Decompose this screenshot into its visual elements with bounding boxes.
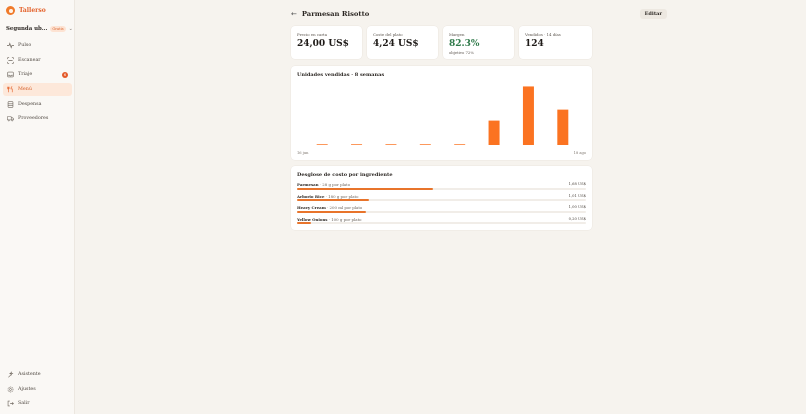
ingredient-row[interactable]: Parmesan · 28 g por plato 1,68 US$ [297, 182, 586, 192]
nav-label: Escanear [18, 57, 41, 63]
main-nav: Pulso Escanear Triaje 6 Menú Despensa Pr… [3, 39, 72, 127]
kpi-value: 24,00 US$ [297, 39, 349, 49]
secondary-nav: Asistente Ajustes Salir [3, 368, 72, 412]
gear-icon [7, 386, 14, 393]
ingredient-cost: 1,00 US$ [568, 205, 586, 209]
ingredient-name: Arborio Rice [297, 193, 325, 199]
kpi-value: 4,24 US$ [373, 39, 419, 49]
kpi-label: Vendidos · 14 días [525, 32, 561, 37]
ingredient-amount: · 200 ml por plato [327, 205, 363, 210]
brand-name: Tallerso [19, 7, 46, 14]
cost-share-bar [297, 222, 312, 225]
ingredient-name: Heavy Cream [297, 205, 326, 210]
nav-item-ajustes[interactable]: Ajustes [3, 383, 72, 396]
nav-item-salir[interactable]: Salir [3, 397, 72, 410]
kpi-label: Precio en carta [297, 32, 328, 37]
kpi-card-margin: Margen 82.3% objetivo 72% [443, 26, 514, 59]
nav-item-despensa[interactable]: Despensa [3, 98, 72, 111]
ingredient-breakdown-card: Desglose de costo por ingrediente Parmes… [291, 166, 592, 230]
cost-share-track [297, 222, 586, 225]
kpi-target: objetivo 72% [449, 50, 474, 55]
sales-bar-chart: 16 jun 18 ago [297, 86, 586, 155]
nav-item-triaje[interactable]: Triaje 6 [3, 68, 72, 81]
ingredient-amount: · 100 g por plato [328, 216, 362, 222]
ingredient-row[interactable]: Yellow Onions · 100 g por plato 0,20 US$ [297, 217, 586, 227]
ingredient-name: Yellow Onions [297, 216, 328, 222]
main-content: ← Parmesan Risotto Editar Precio en cart… [75, 0, 806, 414]
sales-chart-card: Unidades vendidas · 8 semanas 16 jun 18 … [291, 66, 592, 160]
ingredient-cost: 0,20 US$ [568, 216, 586, 221]
nav-item-asistente[interactable]: Asistente [3, 368, 72, 381]
menu-plate-icon [7, 86, 14, 93]
pantry-icon [7, 101, 14, 108]
chart-bar [522, 86, 534, 145]
ingredient-cost: 1,01 US$ [568, 193, 586, 198]
kpi-value: 82.3% [449, 39, 480, 49]
kpi-value: 124 [525, 39, 544, 49]
sidebar: Tallerso Segunda ub... Gratis ⌄ Pulso Es… [0, 0, 75, 414]
cost-share-track [297, 210, 586, 213]
ingredient-cost: 1,68 US$ [568, 182, 586, 186]
ingredient-name: Parmesan [297, 182, 319, 187]
scan-icon [7, 57, 14, 64]
nav-label: Pulso [18, 43, 32, 48]
truck-icon [7, 115, 14, 122]
chart-bar [351, 144, 363, 145]
workspace-switcher[interactable]: Segunda ub... Gratis ⌄ [6, 26, 73, 32]
chart-bar [488, 120, 500, 145]
nav-item-proveedores[interactable]: Proveedores [3, 112, 72, 125]
page-header: ← Parmesan Risotto Editar [291, 8, 667, 20]
nav-label: Salir [18, 401, 30, 407]
nav-label: Ajustes [18, 386, 36, 392]
nav-label: Menú [18, 87, 32, 93]
ingredient-amount: · 28 g por plato [319, 182, 351, 187]
logout-icon [7, 400, 14, 407]
activity-icon [7, 42, 14, 49]
nav-label: Proveedores [18, 116, 49, 122]
chart-bar [454, 144, 466, 145]
cost-share-bar [297, 199, 370, 202]
ingredient-amount: · 180 g por plato [325, 193, 359, 199]
chart-bar [557, 109, 569, 145]
page-title: Parmesan Risotto [301, 10, 370, 18]
nav-item-pulso[interactable]: Pulso [3, 39, 72, 52]
triage-count-badge: 6 [62, 71, 68, 78]
nav-item-escanear[interactable]: Escanear [3, 54, 72, 67]
kpi-card-cost: Coste del plato 4,24 US$ [367, 26, 438, 59]
x-axis-start-label: 16 jun [297, 151, 309, 155]
chart-bar [419, 144, 431, 145]
ingredient-row[interactable]: Heavy Cream · 200 ml por plato 1,00 US$ [297, 205, 586, 215]
kpi-card-sold: Vendidos · 14 días 124 [519, 26, 592, 59]
breakdown-title: Desglose de costo por ingrediente [297, 172, 393, 178]
chevron-down-icon: ⌄ [68, 26, 73, 32]
workspace-name: Segunda ub... [6, 26, 48, 32]
kpi-label: Margen [449, 32, 465, 37]
kpi-label: Coste del plato [373, 32, 403, 37]
nav-label: Triaje [18, 72, 33, 78]
ingredient-row[interactable]: Arborio Rice · 180 g por plato 1,01 US$ [297, 194, 586, 204]
chart-bar [385, 144, 397, 145]
nav-item-menu[interactable]: Menú [3, 83, 72, 97]
brand-logo-icon [6, 6, 15, 15]
back-arrow-icon[interactable]: ← [291, 10, 297, 18]
nav-label: Asistente [18, 372, 41, 377]
cost-share-track [297, 187, 586, 190]
edit-button[interactable]: Editar [639, 9, 667, 19]
cost-share-bar [297, 187, 433, 190]
kpi-card-price: Precio en carta 24,00 US$ [291, 26, 362, 59]
inbox-icon [7, 71, 14, 78]
plan-badge: Gratis [50, 26, 66, 32]
brand[interactable]: Tallerso [6, 6, 46, 15]
sparkles-icon [7, 371, 14, 378]
cost-share-track [297, 199, 586, 202]
cost-share-bar [297, 210, 367, 213]
chart-bar [316, 144, 328, 145]
nav-label: Despensa [18, 101, 42, 107]
x-axis-end-label: 18 ago [574, 151, 586, 155]
